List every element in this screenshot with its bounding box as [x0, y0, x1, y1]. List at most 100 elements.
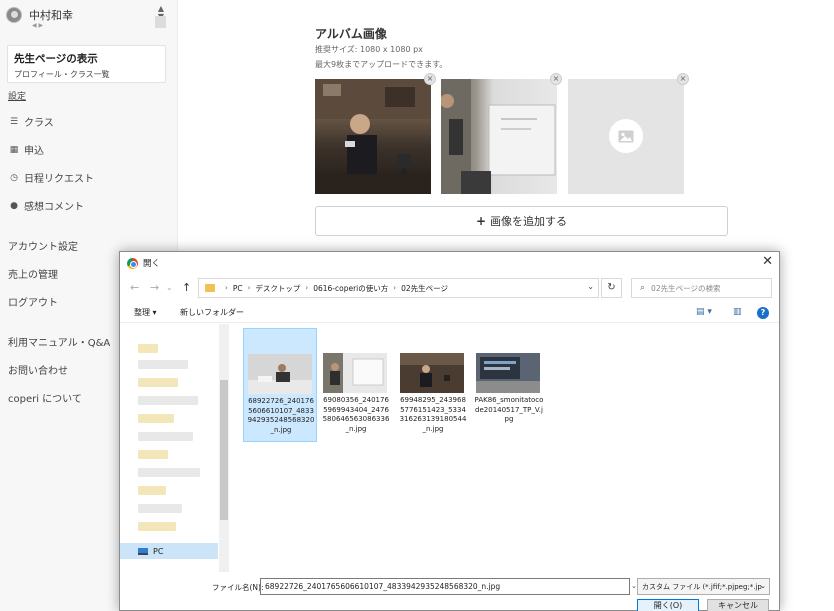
file-name: 69948295_2439685776151423_53343162631391…	[399, 396, 467, 433]
nav-folder-item[interactable]	[138, 504, 182, 513]
chevron-down-icon[interactable]: ⌄	[166, 283, 173, 292]
calendar-icon: ▦	[9, 144, 19, 155]
file-item[interactable]: PAK86_smonitatocode20140517_TP_V.jpg	[472, 328, 546, 442]
sidebar-item-label: 申込	[24, 146, 44, 157]
teacher-page-title: 先生ページの表示	[14, 53, 98, 65]
image-placeholder-icon	[609, 119, 643, 153]
file-name: 69080356_2401765969943404_24765806465630…	[322, 396, 390, 433]
nav-folder-item[interactable]	[138, 522, 176, 531]
sidebar-item-account-settings[interactable]: アカウント設定	[8, 238, 78, 253]
settings-link[interactable]: 設定	[8, 89, 26, 102]
sidebar-item-logout[interactable]: ログアウト	[8, 294, 58, 309]
nav-folder-item[interactable]	[138, 432, 193, 441]
search-input[interactable]: ⌕ 02先生ページの検索	[631, 278, 772, 298]
album-recommended-size: 推奨サイズ: 1080 x 1080 px	[315, 45, 423, 54]
add-image-button[interactable]: + 画像を追加する	[315, 206, 728, 236]
cancel-button[interactable]: キャンセル	[707, 599, 769, 611]
sidebar-item-schedule-request[interactable]: ◷ 日程リクエスト	[8, 170, 94, 186]
sidebar-item-sales[interactable]: 売上の管理	[8, 266, 58, 281]
nav-folder-item[interactable]	[138, 396, 198, 405]
dialog-toolbar: 整理 ▾ 新しいフォルダー ▤ ▾ ▥ ?	[120, 303, 779, 323]
file-item[interactable]: 69948295_2439685776151423_53343162631391…	[396, 328, 470, 442]
plus-icon: +	[475, 214, 487, 228]
up-arrow-icon[interactable]: ↑	[182, 281, 191, 294]
file-name: PAK86_smonitatocode20140517_TP_V.jpg	[474, 396, 544, 423]
nav-scrollbar-thumb[interactable]	[220, 380, 228, 520]
file-thumbnail	[248, 354, 312, 394]
computer-icon	[138, 547, 148, 555]
breadcrumb-item[interactable]: PC	[233, 284, 243, 293]
scrollbar[interactable]	[155, 16, 166, 28]
breadcrumb-item[interactable]: デスクトップ	[255, 283, 300, 294]
nav-folder-item[interactable]	[138, 468, 200, 477]
photo-person-whiteboard	[441, 79, 556, 194]
file-item[interactable]: 68922726_2401765606610107_48339429352485…	[243, 328, 317, 442]
sidebar-item-label: 感想コメント	[24, 202, 84, 213]
user-switcher[interactable]: 中村和幸 ▲▼	[6, 2, 170, 28]
folder-icon	[205, 284, 215, 292]
breadcrumb-separator-icon: ›	[247, 284, 251, 292]
nav-folder-item[interactable]	[138, 414, 174, 423]
refresh-icon: ↻	[607, 282, 616, 293]
sidebar-item-about[interactable]: coperi について	[8, 390, 82, 405]
view-options-icon[interactable]: ▤ ▾	[696, 307, 712, 317]
file-name: 68922726_2401765606610107_48339429352485…	[247, 397, 315, 434]
album-photo-empty[interactable]	[568, 79, 684, 194]
add-image-label: 画像を追加する	[490, 215, 568, 228]
new-folder-button[interactable]: 新しいフォルダー	[180, 307, 244, 318]
breadcrumb-separator-icon: ›	[305, 284, 309, 292]
comment-icon: ●	[10, 200, 18, 211]
album-title: アルバム画像	[315, 27, 387, 41]
nav-folder-item[interactable]	[138, 344, 158, 353]
sidebar-item-label: クラス	[24, 118, 54, 129]
sidebar-item-class[interactable]: ☰ クラス	[8, 114, 54, 130]
close-icon[interactable]: ✕	[762, 254, 773, 269]
help-icon[interactable]: ?	[757, 307, 769, 319]
address-bar[interactable]: › PC › デスクトップ › 0616-coperiの使い方 › 02先生ペー…	[198, 278, 599, 298]
breadcrumb-item[interactable]: 0616-coperiの使い方	[313, 283, 388, 294]
sidebar-item-comments[interactable]: ● 感想コメント	[8, 198, 84, 214]
remove-photo-button[interactable]: ×	[550, 73, 562, 85]
nav-item-pc[interactable]: PC	[120, 543, 218, 559]
file-type-value: カスタム ファイル (*.jfif;*.pjpeg;*.jp	[642, 583, 762, 591]
breadcrumb-item[interactable]: 02先生ページ	[401, 283, 448, 294]
file-item[interactable]: 69080356_2401765969943404_24765806465630…	[319, 328, 393, 442]
clock-icon: ◷	[10, 172, 18, 183]
album-photo[interactable]	[441, 79, 557, 194]
remove-photo-button[interactable]: ×	[424, 73, 436, 85]
list-icon: ☰	[9, 116, 19, 127]
open-file-dialog: 開く ✕ ← → ⌄ ↑ › PC › デスクトップ › 0616-coperi…	[119, 251, 780, 611]
refresh-button[interactable]: ↻	[601, 278, 622, 298]
file-thumbnail	[323, 353, 387, 393]
file-type-select[interactable]: カスタム ファイル (*.jfif;*.pjpeg;*.jp ⌄	[637, 578, 770, 595]
file-thumbnail	[476, 353, 540, 393]
back-arrow-icon[interactable]: ←	[130, 281, 139, 294]
search-icon: ⌕	[640, 283, 646, 293]
photo-person-with-camera	[315, 79, 431, 194]
sidebar-item-application[interactable]: ▦ 申込	[8, 142, 44, 158]
album-upload-limit: 最大9枚までアップロードできます。	[315, 60, 448, 69]
filename-input[interactable]: 68922726_2401765606610107_48339429352485…	[260, 578, 630, 595]
sidebar-item-manual[interactable]: 利用マニュアル・Q&A	[8, 334, 110, 349]
open-button[interactable]: 開く(O)	[637, 599, 699, 611]
avatar	[6, 7, 22, 23]
preview-pane-icon[interactable]: ▥	[733, 307, 742, 317]
dialog-titlebar[interactable]: 開く ✕	[120, 252, 779, 274]
chevron-down-icon: ⌄	[760, 582, 766, 590]
nav-folder-item[interactable]	[138, 378, 178, 387]
sidebar-item-label: 日程リクエスト	[24, 174, 94, 185]
sidebar-item-contact[interactable]: お問い合わせ	[8, 362, 68, 377]
teacher-page-subtitle: プロフィール・クラス一覧	[14, 70, 110, 79]
nav-folder-item[interactable]	[138, 360, 188, 369]
album-photo[interactable]	[315, 79, 431, 194]
organize-button[interactable]: 整理 ▾	[134, 307, 157, 318]
nav-folder-item[interactable]	[138, 450, 168, 459]
nav-folder-item[interactable]	[138, 486, 166, 495]
scroll-arrows-icon: ◀ ▶	[32, 22, 44, 29]
remove-photo-button[interactable]: ×	[677, 73, 689, 85]
forward-arrow-icon[interactable]: →	[150, 281, 159, 294]
breadcrumb-separator-icon: ›	[225, 284, 228, 292]
dialog-title: 開く	[143, 259, 161, 269]
chevron-down-icon[interactable]: ⌄	[587, 282, 594, 291]
teacher-page-card[interactable]: 先生ページの表示 プロフィール・クラス一覧	[7, 45, 166, 83]
